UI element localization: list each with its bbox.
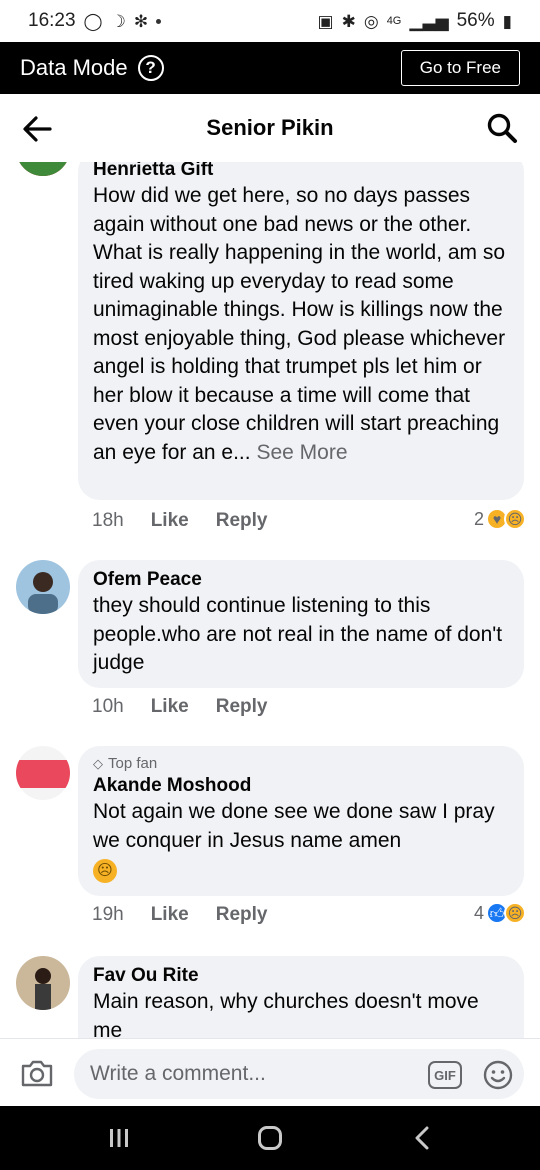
comment-actions: 19h Like Reply [92, 904, 267, 926]
sad-reaction-icon: ☹ [504, 902, 526, 924]
comment-actions: 18h Like Reply [92, 510, 267, 532]
system-nav-bar [0, 1106, 540, 1170]
go-to-free-button[interactable]: Go to Free [400, 50, 520, 86]
reaction-count: 4 [473, 902, 484, 923]
reply-button[interactable]: Reply [216, 696, 268, 718]
notification-dot-icon [156, 18, 162, 24]
search-icon[interactable] [486, 112, 518, 144]
comment-actions: 10h Like Reply [92, 696, 267, 718]
avatar-image [16, 956, 70, 1010]
home-icon[interactable] [258, 1126, 282, 1150]
moon-icon: ☽ [110, 11, 126, 31]
reactions-summary[interactable]: 4 👍︎ ☹ [474, 902, 526, 924]
comment-emoji-line: ☹ [93, 855, 508, 884]
comment-text: they should continue listening to this p… [93, 594, 503, 674]
comment-time: 19h [92, 904, 124, 925]
signal-icon: ▁▃▅ [409, 11, 449, 31]
data-mode-bar: Data Mode ? Go to Free [0, 42, 540, 94]
reply-button[interactable]: Reply [216, 904, 268, 926]
see-more-link[interactable]: See More [256, 441, 347, 464]
reaction-count: 2 [473, 508, 484, 529]
comments-feed[interactable]: Henrietta Gift How did we get here, so n… [0, 162, 540, 1038]
avatar-image [16, 560, 70, 614]
avatar[interactable] [16, 162, 70, 176]
status-right: ▣ ✱ ◎ 4G ▁▃▅ 56% ▮ [318, 10, 512, 32]
avatar[interactable] [16, 560, 70, 614]
reactions-summary[interactable]: 2 ♥ ☹ [474, 508, 526, 530]
reply-button[interactable]: Reply [216, 510, 268, 532]
diamond-icon: ◇ [93, 756, 103, 771]
pinwheel-icon: ✻ [133, 11, 149, 31]
comment-bubble[interactable]: Henrietta Gift How did we get here, so n… [78, 162, 524, 500]
like-button[interactable]: Like [151, 904, 189, 926]
page-header: Senior Pikin [0, 94, 540, 162]
hotspot-icon: ◎ [363, 11, 379, 31]
page-title: Senior Pikin [206, 115, 334, 140]
status-time: 16:23 [28, 10, 76, 31]
network-type: 4G [386, 14, 402, 27]
badge-label: Top fan [108, 755, 158, 772]
comment-text: Main reason, why churches doesn't move m… [93, 990, 479, 1038]
comment-bubble[interactable]: Ofem Peace they should continue listenin… [78, 560, 524, 688]
bluetooth-icon: ✱ [341, 11, 356, 31]
like-button[interactable]: Like [151, 510, 189, 532]
comment-text: Not again we done see we done saw I pray… [93, 800, 495, 852]
status-bar: 16:23 ◯ ☽ ✻ ▣ ✱ ◎ 4G ▁▃▅ 56% ▮ [0, 0, 540, 42]
avatar[interactable] [16, 956, 70, 1010]
comment-text-content: How did we get here, so no days passes a… [93, 184, 506, 464]
comment-author[interactable]: Fav Ou Rite [93, 964, 508, 988]
help-icon[interactable]: ? [137, 55, 164, 81]
gif-icon[interactable]: GIF [428, 1061, 462, 1089]
comment-time: 10h [92, 696, 124, 717]
battery-icon: ▮ [502, 11, 512, 31]
comment-bubble[interactable]: Fav Ou Rite Main reason, why churches do… [78, 956, 524, 1038]
back-arrow-icon[interactable] [20, 112, 54, 146]
emoji-icon[interactable] [482, 1059, 514, 1091]
avatar[interactable] [16, 746, 70, 800]
like-button[interactable]: Like [151, 696, 189, 718]
whatsapp-icon: ◯ [83, 11, 103, 31]
avatar-image [16, 162, 70, 176]
comment-bubble[interactable]: ◇ Top fan Akande Moshood Not again we do… [78, 746, 524, 896]
recent-apps-icon[interactable] [108, 1128, 130, 1148]
top-fan-badge: ◇ Top fan [93, 754, 508, 774]
data-mode-label: Data Mode [20, 55, 128, 80]
lock-icon: ▣ [317, 11, 334, 31]
comment-composer: GIF [0, 1038, 540, 1106]
comment-text: How did we get here, so no days passes a… [93, 182, 508, 467]
comment-author[interactable]: Akande Moshood [93, 774, 508, 798]
comment-author[interactable]: Henrietta Gift [93, 162, 508, 182]
comment-time: 18h [92, 510, 124, 531]
status-left: 16:23 ◯ ☽ ✻ [28, 10, 162, 32]
avatar-image [16, 746, 70, 800]
system-back-icon[interactable] [412, 1125, 432, 1151]
comment-author[interactable]: Ofem Peace [93, 568, 508, 592]
sad-reaction-icon: ☹ [504, 508, 526, 530]
battery-percent: 56% [456, 10, 495, 31]
camera-icon[interactable] [20, 1058, 54, 1088]
crying-emoji-icon: ☹ [93, 859, 117, 883]
